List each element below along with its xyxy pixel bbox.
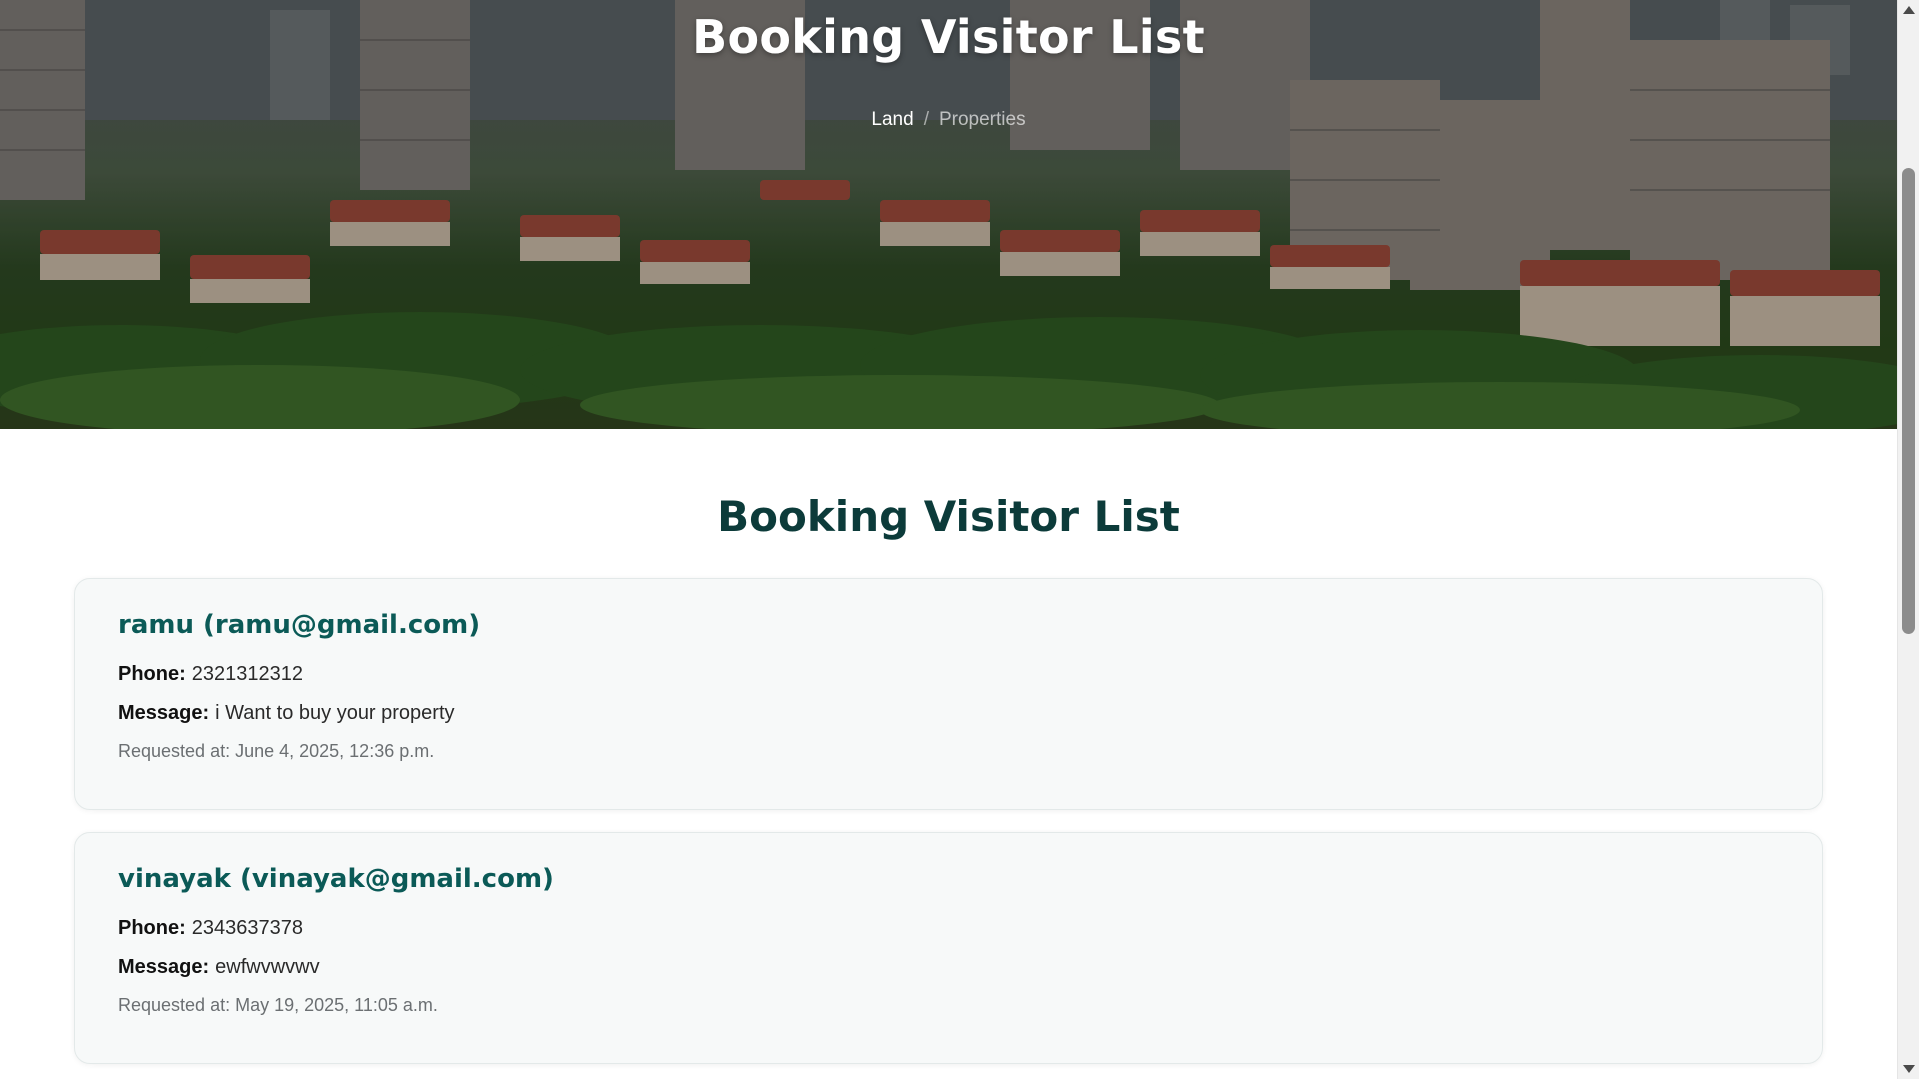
visitor-heading: ramu (ramu@gmail.com) <box>118 610 481 640</box>
hero-overlay <box>0 0 1897 429</box>
message-row: Message: i Want to buy your property <box>118 700 1779 726</box>
hero-title: Booking Visitor List <box>692 10 1205 64</box>
section-title: Booking Visitor List <box>717 492 1180 541</box>
breadcrumb-current-properties: Properties <box>938 109 1026 130</box>
visitor-heading: vinayak (vinayak@gmail.com) <box>118 864 554 894</box>
page-viewport: Booking Visitor List Land / Properties Boo… <box>0 0 1897 1079</box>
message-value: i Want to buy your property <box>215 702 455 724</box>
message-label: Message: <box>118 956 210 978</box>
vertical-scrollbar[interactable] <box>1897 0 1919 1079</box>
requested-at: Requested at: May 19, 2025, 11:05 a.m. <box>118 995 438 1015</box>
hero-banner: Booking Visitor List Land / Properties <box>0 0 1897 429</box>
booking-card: vinayak (vinayak@gmail.com) Phone: 234363… <box>74 832 1823 1064</box>
scroll-up-arrow-icon[interactable] <box>1903 6 1915 14</box>
scrollbar-thumb[interactable] <box>1902 168 1915 634</box>
breadcrumb-link-land[interactable]: Land <box>871 109 913 130</box>
requested-at: Requested at: June 4, 2025, 12:36 p.m. <box>118 741 435 761</box>
breadcrumb-separator: / <box>923 109 929 130</box>
message-row: Message: ewfwvwvwv <box>118 954 1779 980</box>
message-label: Message: <box>118 702 210 724</box>
phone-value: 2343637378 <box>191 917 304 939</box>
phone-label: Phone: <box>118 663 186 685</box>
phone-value: 2321312312 <box>191 663 304 685</box>
message-value: ewfwvwvwv <box>215 956 320 978</box>
phone-label: Phone: <box>118 917 186 939</box>
booking-card: ramu (ramu@gmail.com) Phone: 2321312312 M… <box>74 578 1823 810</box>
breadcrumb: Land / Properties <box>0 109 1897 131</box>
phone-row: Phone: 2321312312 <box>118 661 1779 687</box>
phone-row: Phone: 2343637378 <box>118 915 1779 941</box>
scroll-down-arrow-icon[interactable] <box>1903 1065 1915 1073</box>
